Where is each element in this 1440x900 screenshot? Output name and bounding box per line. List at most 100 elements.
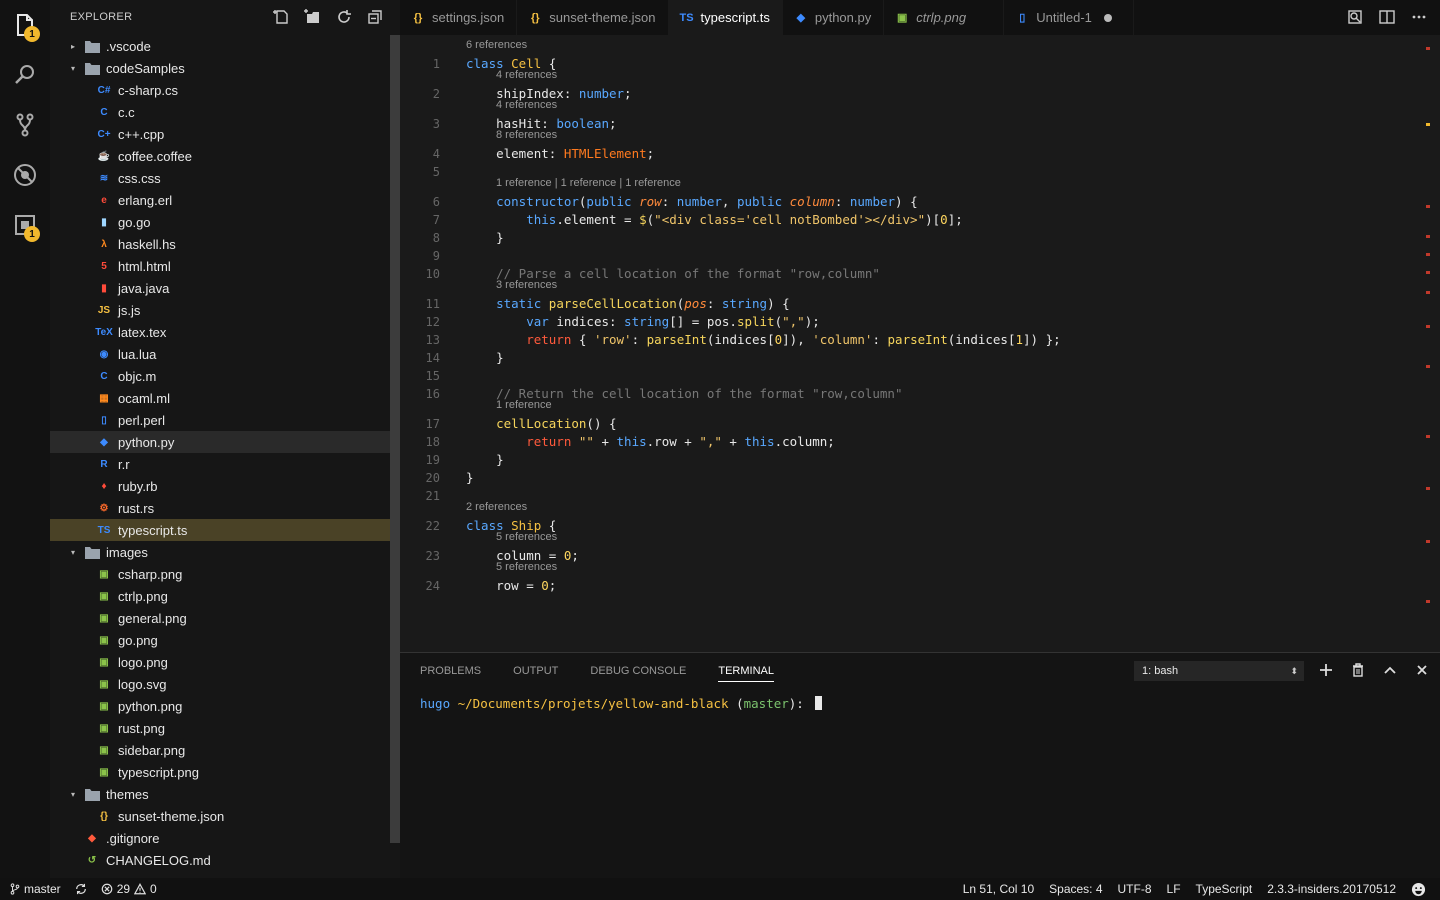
- code-lens[interactable]: 1 reference: [496, 397, 552, 413]
- explorer-activity[interactable]: 1: [0, 0, 50, 50]
- chevron-down-icon[interactable]: ▾: [68, 548, 78, 557]
- prompt-open: (: [728, 696, 744, 711]
- encoding[interactable]: UTF-8: [1118, 882, 1152, 896]
- code-lens[interactable]: 4 references: [496, 67, 557, 83]
- code-lens[interactable]: 5 references: [496, 559, 557, 575]
- tree-file[interactable]: ▮ java.java: [50, 277, 390, 299]
- code-lens[interactable]: 6 references: [466, 37, 527, 53]
- tree-file[interactable]: ▣ csharp.png: [50, 563, 390, 585]
- tree-file[interactable]: ⚙ rust.rs: [50, 497, 390, 519]
- editor-tab[interactable]: {} settings.json: [400, 0, 518, 35]
- tree-file[interactable]: ▣ go.png: [50, 629, 390, 651]
- editor-tab[interactable]: TS typescript.ts: [668, 0, 783, 35]
- tree-file[interactable]: {} sunset-theme.json: [50, 805, 390, 827]
- maximize-panel-icon[interactable]: [1382, 662, 1398, 678]
- chevron-down-icon[interactable]: ▾: [68, 790, 78, 799]
- new-terminal-icon[interactable]: [1318, 662, 1334, 678]
- line-number: 10: [425, 267, 440, 281]
- new-file-icon[interactable]: [273, 8, 291, 26]
- split-editor-icon[interactable]: [1378, 8, 1396, 26]
- code-editor[interactable]: 6 references 1 class Cell {4 references 2 s…: [400, 35, 1440, 652]
- branch-status[interactable]: master: [10, 882, 61, 896]
- tree-folder[interactable]: ▾ images: [50, 541, 390, 563]
- tree-file[interactable]: JS js.js: [50, 299, 390, 321]
- tree-file[interactable]: ▮ go.go: [50, 211, 390, 233]
- line-ending[interactable]: LF: [1167, 882, 1181, 896]
- tree-file[interactable]: ▦ ocaml.ml: [50, 387, 390, 409]
- panel-tab[interactable]: DEBUG CONSOLE: [590, 665, 686, 677]
- collapse-all-icon[interactable]: [366, 8, 384, 26]
- tree-file[interactable]: ▣ ctrlp.png: [50, 585, 390, 607]
- code-lens[interactable]: 8 references: [496, 127, 557, 143]
- tree-file[interactable]: ▯ perl.perl: [50, 409, 390, 431]
- sync-status[interactable]: [75, 883, 87, 895]
- tree-file[interactable]: λ haskell.hs: [50, 233, 390, 255]
- error-count: 29: [116, 882, 131, 896]
- tree-file[interactable]: ▣ python.png: [50, 695, 390, 717]
- tree-file[interactable]: ▣ general.png: [50, 607, 390, 629]
- tree-folder[interactable]: ▾ codeSamples: [50, 57, 390, 79]
- search-activity[interactable]: [0, 50, 50, 100]
- unsaved-dot-icon[interactable]: [1103, 13, 1112, 22]
- tree-file[interactable]: Rr.r: [50, 453, 390, 475]
- tree-file[interactable]: ▣ sidebar.png: [50, 739, 390, 761]
- editor-tab[interactable]: ▣ ctrlp.png: [884, 0, 1005, 35]
- cursor-position[interactable]: Ln 51, Col 10: [963, 882, 1034, 896]
- extensions-activity[interactable]: 1: [0, 200, 50, 250]
- tree-file[interactable]: 5 html.html: [50, 255, 390, 277]
- trash-icon[interactable]: [1350, 662, 1366, 678]
- tree-file[interactable]: C# c-sharp.cs: [50, 79, 390, 101]
- tree-item-label: logo.svg: [118, 676, 167, 692]
- tree-file[interactable]: ◆ .gitignore: [50, 827, 390, 849]
- new-folder-icon[interactable]: [304, 8, 322, 26]
- tree-file[interactable]: ↺ CHANGELOG.md: [50, 849, 390, 871]
- tree-file[interactable]: C+ c++.cpp: [50, 123, 390, 145]
- tree-folder[interactable]: ▾ themes: [50, 783, 390, 805]
- tree-file[interactable]: Cc.c: [50, 101, 390, 123]
- open-changes-icon[interactable]: [1346, 8, 1364, 26]
- tree-file[interactable]: ◉ lua.lua: [50, 343, 390, 365]
- tree-file[interactable]: ≋ css.css: [50, 167, 390, 189]
- source-control-activity[interactable]: [0, 100, 50, 150]
- editor-tab[interactable]: {} sunset-theme.json: [517, 0, 669, 35]
- tree-file[interactable]: TeX latex.tex: [50, 321, 390, 343]
- tree-file[interactable]: ▣ rust.png: [50, 717, 390, 739]
- debug-activity[interactable]: [0, 150, 50, 200]
- tree-file[interactable]: ▣ logo.svg: [50, 673, 390, 695]
- panel-tab[interactable]: PROBLEMS: [420, 665, 481, 677]
- tree-file[interactable]: TS typescript.ts: [50, 519, 390, 541]
- tree-file[interactable]: ▣ typescript.png: [50, 761, 390, 783]
- close-panel-icon[interactable]: [1414, 662, 1430, 678]
- code-token: ;: [624, 86, 632, 101]
- tree-folder[interactable]: ▸ .vscode: [50, 35, 390, 57]
- refresh-icon[interactable]: [335, 8, 353, 26]
- terminal-select[interactable]: 1: bash ⬍: [1134, 661, 1304, 681]
- more-icon[interactable]: [1410, 8, 1428, 26]
- editor-tab[interactable]: ◆ python.py: [783, 0, 885, 35]
- tree-file[interactable]: ☕ coffee.coffee: [50, 145, 390, 167]
- chevron-down-icon[interactable]: ▾: [68, 64, 78, 73]
- language-mode[interactable]: TypeScript: [1196, 882, 1253, 896]
- sidebar-scrollbar[interactable]: [390, 35, 400, 843]
- tree-file[interactable]: Cobjc.m: [50, 365, 390, 387]
- tree-file[interactable]: e erlang.erl: [50, 189, 390, 211]
- tree-file[interactable]: ◆ python.py: [50, 431, 390, 453]
- tree-file[interactable]: ▣ logo.png: [50, 651, 390, 673]
- panel-tab[interactable]: TERMINAL: [718, 665, 774, 682]
- code-lens[interactable]: 4 references: [496, 97, 557, 113]
- ts-version[interactable]: 2.3.3-insiders.20170512: [1267, 882, 1396, 896]
- code-lens[interactable]: 3 references: [496, 277, 557, 293]
- code-lens[interactable]: 1 reference | 1 reference | 1 reference: [496, 175, 681, 191]
- feedback-smiley-icon[interactable]: [1411, 882, 1426, 897]
- tree-file[interactable]: ♦ ruby.rb: [50, 475, 390, 497]
- code-lens[interactable]: 2 references: [466, 499, 527, 515]
- problems-status[interactable]: 29 0: [101, 882, 157, 896]
- code-lens[interactable]: 5 references: [496, 529, 557, 545]
- editor-tab[interactable]: ▯ Untitled-1: [1004, 0, 1135, 35]
- terminal-prompt[interactable]: hugo ~/Documents/projets/yellow-and-blac…: [420, 696, 823, 711]
- panel-tab[interactable]: OUTPUT: [513, 665, 558, 677]
- overview-ruler[interactable]: [1426, 35, 1430, 652]
- indentation[interactable]: Spaces: 4: [1049, 882, 1102, 896]
- line-number: 5: [432, 165, 440, 179]
- chevron-right-icon[interactable]: ▸: [68, 42, 78, 51]
